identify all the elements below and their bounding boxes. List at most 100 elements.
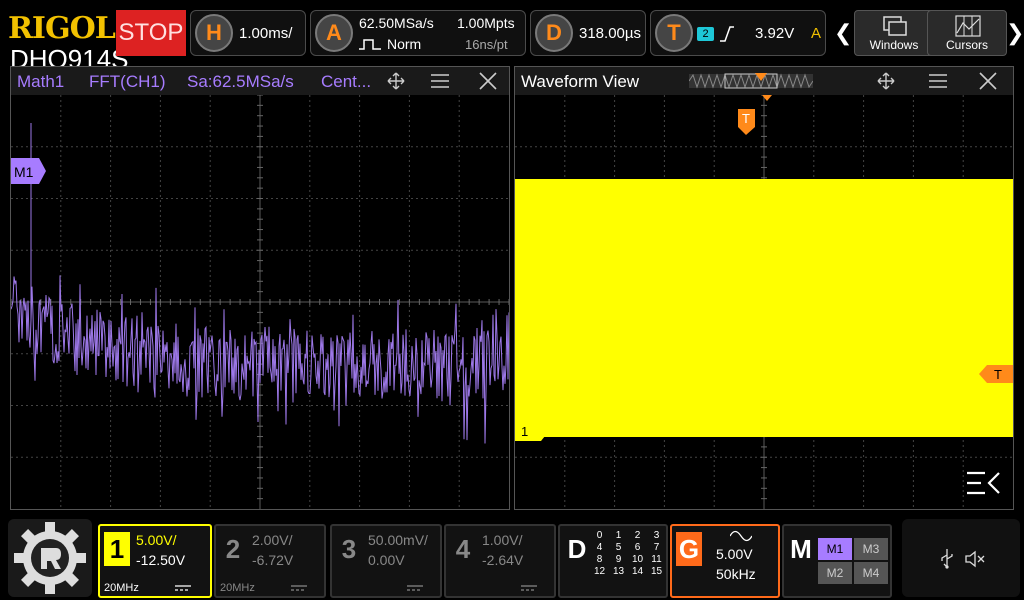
- fft-graticule: [11, 95, 509, 509]
- close-pane-icon[interactable]: [977, 71, 999, 91]
- timebase-value: 1.00ms/: [239, 25, 293, 42]
- generator-frequency: 50kHz: [716, 566, 756, 582]
- digital-bit-label: 11: [651, 554, 662, 565]
- trigger-key: T: [655, 14, 693, 52]
- pane-menu-icon[interactable]: [429, 71, 451, 91]
- digital-bit-label: 10: [631, 554, 644, 565]
- trigger-level: 3.92V: [755, 25, 795, 42]
- cursors-icon: [955, 15, 981, 37]
- waveform-pane-titlebar[interactable]: Waveform View: [515, 67, 1013, 95]
- digital-bit-label: 7: [653, 542, 660, 553]
- fft-plot-area[interactable]: M1: [11, 95, 509, 509]
- delay-key: D: [535, 14, 573, 52]
- close-pane-icon[interactable]: [477, 71, 499, 91]
- cursors-button[interactable]: Cursors: [927, 10, 1007, 56]
- status-area[interactable]: [902, 519, 1020, 597]
- channel-1-button[interactable]: 1 5.00V/ -12.50V 20MHz: [98, 524, 212, 598]
- m1-marker-label: M1: [14, 164, 34, 180]
- math-fft-pane[interactable]: Math1 FFT(CH1) Sa:62.5MSa/s Cent... M1: [10, 66, 510, 510]
- channel-2-button[interactable]: 2 2.00V/ -6.72V 20MHz: [214, 524, 326, 598]
- digital-key: D: [567, 534, 587, 564]
- delay-value: 318.00µs: [579, 25, 642, 42]
- channel-2-offset: -6.72V: [252, 552, 294, 568]
- channel-2-number: 2: [225, 534, 241, 564]
- channel-3-scale: 50.00mV/: [368, 532, 428, 548]
- dc-coupling-icon: [291, 585, 307, 591]
- math-m2-button[interactable]: M2: [818, 562, 852, 584]
- trigger-level-marker-label: T: [994, 367, 1002, 382]
- math-operation-label: FFT(CH1): [89, 72, 166, 91]
- trigger-position-flag[interactable]: T: [738, 109, 755, 135]
- signal-generator-button[interactable]: G 5.00V 50kHz: [670, 524, 780, 598]
- delay-button[interactable]: D 318.00µs: [530, 10, 646, 56]
- digital-bit-label: 1: [615, 530, 622, 541]
- acquire-mode-icon: [359, 39, 381, 50]
- pane-menu-icon[interactable]: [927, 71, 949, 91]
- rising-edge-icon: [720, 26, 734, 42]
- math-center-label: Cent...: [321, 72, 372, 91]
- run-state-label: STOP: [118, 19, 184, 46]
- math-m1-button[interactable]: M1: [818, 538, 852, 560]
- channel-1-scale: 5.00V/: [136, 532, 177, 548]
- trigger-source-badge: 2: [697, 27, 714, 41]
- digital-bit-label: 13: [612, 566, 625, 577]
- math-source-label: Math1: [17, 72, 65, 91]
- acquire-key: A: [315, 14, 353, 52]
- move-pane-icon[interactable]: [385, 71, 407, 91]
- channel-3-offset: 0.00V: [368, 552, 405, 568]
- digital-bit-label: 3: [653, 530, 660, 541]
- brand-logo: RIGOL: [8, 11, 116, 46]
- channel-4-number: 4: [455, 534, 471, 564]
- memory-overview-bar[interactable]: [689, 71, 813, 91]
- ch1-marker-label: 1: [521, 424, 528, 439]
- digital-bit-label: 9: [615, 554, 622, 565]
- channel-2-scale: 2.00V/: [252, 532, 293, 548]
- trigger-flag-label: T: [742, 111, 750, 126]
- acquire-mode: Norm: [387, 36, 422, 52]
- dc-coupling-icon: [521, 585, 537, 591]
- math-m3-button[interactable]: M3: [854, 538, 888, 560]
- digital-bit-grid: 0 1 2 3 4 5 6 7 8 9 10 11 12 13 14 15: [590, 530, 666, 578]
- digital-bit-label: 6: [634, 542, 641, 553]
- math-key: M: [790, 534, 812, 564]
- math-pane-titlebar[interactable]: Math1 FFT(CH1) Sa:62.5MSa/s Cent...: [11, 67, 509, 95]
- collapse-menu-icon[interactable]: [967, 471, 1000, 495]
- bottom-channel-bar: 1 5.00V/ -12.50V 20MHz 2 2.00V/ -6.72V 2…: [0, 514, 1024, 600]
- horizontal-button[interactable]: H 1.00ms/: [190, 10, 306, 56]
- dc-coupling-icon: [175, 585, 191, 591]
- generator-key: G: [676, 532, 702, 566]
- math-m1-marker[interactable]: M1: [11, 158, 46, 184]
- channel-1-number: 1: [104, 532, 130, 566]
- channel-4-button[interactable]: 4 1.00V/ -2.64V: [444, 524, 556, 598]
- speaker-muted-icon[interactable]: [964, 550, 986, 568]
- digital-bit-label: 2: [634, 530, 641, 541]
- windows-icon: [883, 16, 907, 36]
- channel-3-number: 3: [341, 534, 357, 564]
- home-menu-button[interactable]: [8, 519, 92, 597]
- move-pane-icon[interactable]: [875, 71, 897, 91]
- acquire-button[interactable]: A 62.50MSa/s 1.00Mpts Norm 16ns/pt: [310, 10, 526, 56]
- channel-4-offset: -2.64V: [482, 552, 524, 568]
- windows-button[interactable]: Windows: [854, 10, 934, 56]
- channel-4-scale: 1.00V/: [482, 532, 523, 548]
- channel-2-bandwidth: 20MHz: [220, 582, 255, 594]
- math-menu-button[interactable]: M M1 M3 M2 M4: [782, 524, 892, 598]
- run-stop-indicator[interactable]: STOP: [116, 10, 186, 56]
- generator-amplitude: 5.00V: [716, 546, 753, 562]
- horizontal-key: H: [195, 14, 233, 52]
- waveform-view-pane[interactable]: Waveform View T T 1: [514, 66, 1014, 510]
- sine-wave-icon: [730, 530, 752, 542]
- digital-bit-label: 8: [596, 554, 603, 565]
- chevron-right-icon: ❯: [1006, 20, 1024, 45]
- digital-channels-button[interactable]: D 0 1 2 3 4 5 6 7 8 9 10 11 12 13 14 15: [558, 524, 668, 598]
- waveform-pane-title: Waveform View: [521, 72, 640, 91]
- math-m4-button[interactable]: M4: [854, 562, 888, 584]
- channel-3-button[interactable]: 3 50.00mV/ 0.00V: [330, 524, 442, 598]
- channel-1-offset: -12.50V: [136, 552, 186, 568]
- trigger-button[interactable]: T 2 3.92V A: [650, 10, 826, 56]
- toolbar-prev-button[interactable]: ❮: [834, 10, 852, 56]
- toolbar-next-button[interactable]: ❯: [1006, 10, 1024, 56]
- digital-bit-label: 5: [615, 542, 622, 553]
- sample-rate: 62.50MSa/s: [359, 15, 434, 31]
- waveform-plot-area[interactable]: T T 1: [515, 95, 1013, 509]
